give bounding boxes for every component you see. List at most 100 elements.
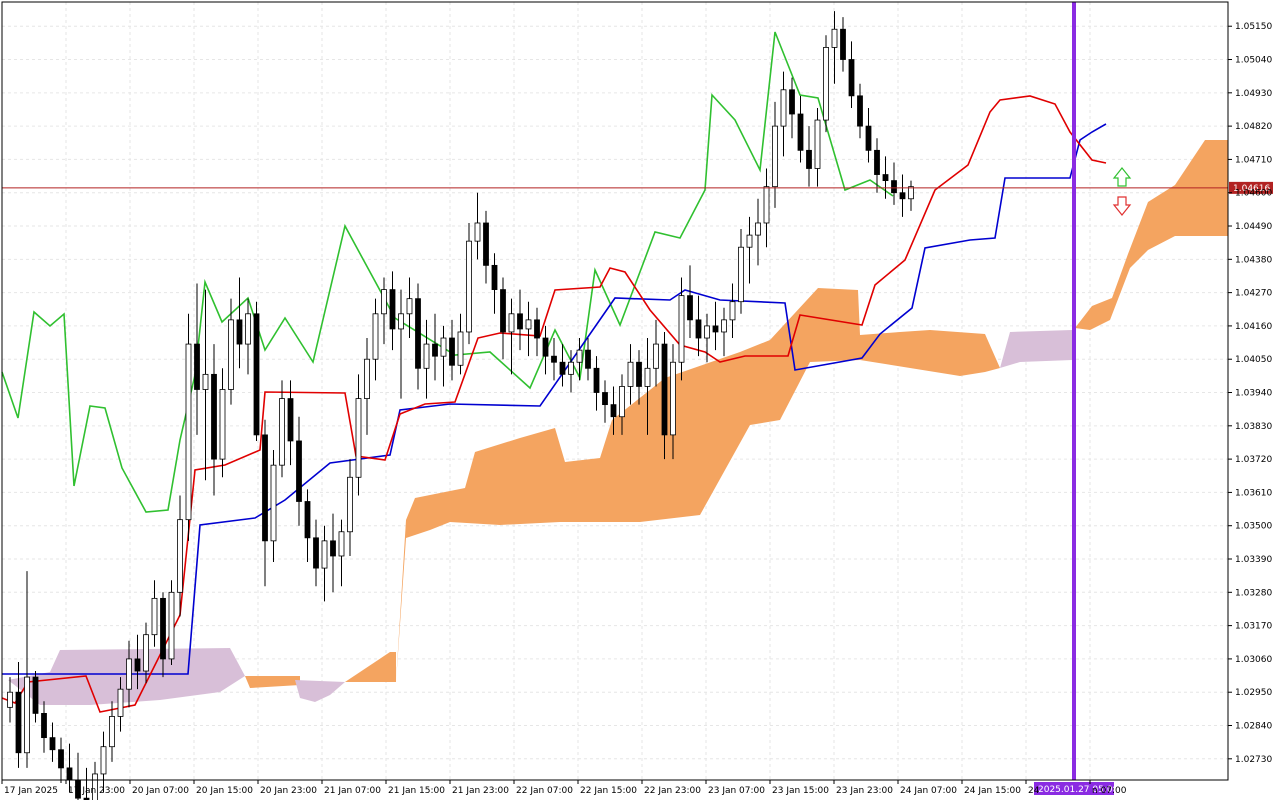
candle-body	[228, 319, 234, 390]
x-tick-label: 21 Jan 07:00	[324, 786, 381, 796]
candle-body	[542, 337, 549, 357]
candle-body	[313, 537, 319, 569]
candle-body	[814, 119, 821, 169]
candle-body	[704, 325, 710, 339]
candle-body	[415, 298, 421, 369]
y-tick-label: 1.03390	[1235, 555, 1272, 565]
candle-body	[653, 343, 659, 369]
candle-body	[381, 289, 387, 315]
candle-body	[500, 289, 506, 333]
candle-body	[619, 386, 625, 418]
x-tick-label: 20 Jan 15:00	[196, 786, 253, 796]
y-tick-label: 1.02730	[1235, 755, 1272, 765]
candle-body	[636, 361, 642, 387]
y-tick-label: 1.03720	[1235, 455, 1272, 465]
candle-body	[474, 222, 481, 242]
candle-body	[219, 389, 226, 460]
candle	[466, 222, 472, 345]
candle-body	[389, 289, 396, 330]
y-tick-label: 1.04380	[1235, 255, 1272, 265]
y-tick-label: 1.03610	[1235, 488, 1272, 498]
candle-body	[593, 367, 600, 393]
y-tick-label: 1.03500	[1235, 522, 1272, 532]
candle	[185, 313, 192, 541]
candle-body	[262, 434, 268, 542]
candle-body	[304, 501, 311, 539]
candle-body	[355, 398, 362, 478]
x-tick-label: 23 Jan 23:00	[836, 786, 893, 796]
x-tick-label: 20 Jan 23:00	[260, 786, 317, 796]
candle-body	[551, 355, 557, 363]
candle-body	[789, 89, 795, 115]
candle	[168, 580, 175, 665]
candle-body	[398, 313, 404, 330]
candle-body	[891, 180, 897, 194]
candle-body	[848, 59, 855, 97]
candle-body	[321, 540, 328, 569]
candle-body	[517, 313, 523, 330]
y-tick-label: 1.04710	[1235, 155, 1272, 165]
x-tick-label: 23 Jan 15:00	[772, 786, 829, 796]
candle-body	[568, 361, 574, 375]
candle-body	[721, 319, 727, 333]
candle-body	[670, 361, 676, 436]
candle-body	[908, 186, 914, 200]
candle-body	[41, 713, 47, 739]
x-tick-label: 22 Jan 07:00	[516, 786, 573, 796]
candle-body	[746, 234, 753, 248]
candle-body	[253, 313, 260, 436]
candle-body	[491, 264, 498, 290]
candle-body	[695, 319, 702, 339]
candle-body	[687, 295, 693, 321]
candle-body	[576, 349, 583, 363]
candle-body	[899, 192, 906, 200]
candle-body	[440, 337, 447, 357]
candle-body	[874, 149, 880, 175]
candle-body	[466, 240, 472, 333]
candle-body	[823, 47, 829, 121]
candle-body	[372, 313, 379, 360]
y-tick-label: 1.03830	[1235, 422, 1272, 432]
candle-body	[585, 349, 591, 369]
candle-body	[296, 440, 302, 502]
x-tick-label: 22 Jan 23:00	[644, 786, 701, 796]
candle-body	[806, 149, 812, 169]
candle-body	[831, 28, 838, 48]
x-tick-label: 17 Jan 2025	[4, 786, 58, 796]
candle-body	[534, 319, 540, 339]
candle-body	[168, 591, 175, 660]
candle-body	[508, 313, 515, 333]
candle-body	[109, 716, 115, 748]
y-tick-label: 1.04490	[1235, 222, 1272, 232]
candle-body	[151, 597, 158, 636]
candle-body	[100, 746, 107, 775]
candle-body	[797, 113, 804, 151]
candle-body	[32, 676, 39, 714]
y-tick-label: 1.04930	[1235, 89, 1272, 99]
candle-body	[185, 343, 192, 521]
x-tick-label: 24 Jan 15:00	[964, 786, 1021, 796]
y-tick-label: 1.04270	[1235, 289, 1272, 299]
candle-body	[406, 298, 413, 315]
candle-body	[177, 519, 183, 593]
candle-body	[661, 343, 668, 436]
x-tick-label: 22 Jan 15:00	[580, 786, 637, 796]
candle-body	[738, 246, 744, 303]
candle-body	[678, 295, 685, 363]
candle-body	[644, 367, 651, 387]
candle-body	[423, 343, 430, 369]
candle-body	[117, 688, 124, 717]
candle-body	[126, 658, 132, 690]
candle-body	[143, 634, 149, 672]
candle-body	[202, 373, 209, 390]
candle-body	[194, 343, 200, 390]
y-tick-label: 1.03060	[1235, 655, 1272, 665]
candle-body	[24, 676, 30, 754]
candle-body	[7, 691, 13, 708]
candle-body	[338, 531, 345, 557]
candle-body	[457, 331, 464, 366]
candle-body	[712, 325, 719, 333]
candle-body	[610, 404, 617, 418]
candle-body	[780, 89, 787, 127]
candle-body	[755, 222, 761, 236]
